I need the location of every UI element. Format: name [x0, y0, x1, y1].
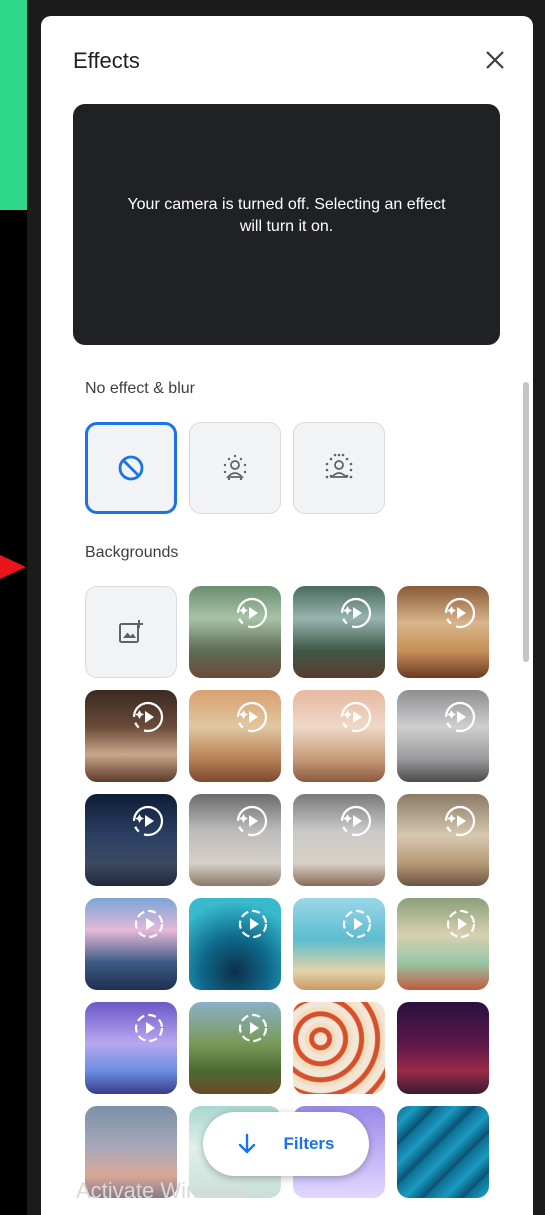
sparkle-play-icon: [340, 805, 372, 837]
sparkle-play-icon: [444, 597, 476, 629]
sparkle-play-icon: [236, 805, 268, 837]
annotation-arrow: [0, 555, 26, 579]
play-icon: [134, 1013, 164, 1043]
sparkle-play-icon: [236, 701, 268, 733]
background-car-interior[interactable]: [85, 898, 177, 990]
background-kitchen-2[interactable]: [293, 794, 385, 886]
sparkle-play-icon: [132, 701, 164, 733]
background-greenhouse[interactable]: [189, 586, 281, 678]
scrollbar-thumb[interactable]: [523, 382, 529, 662]
background-shelf-room[interactable]: [397, 794, 489, 886]
background-cozy-lounge[interactable]: [397, 586, 489, 678]
background-beach-island[interactable]: [293, 898, 385, 990]
close-button[interactable]: [479, 44, 511, 76]
play-icon: [238, 909, 268, 939]
sparkle-play-icon: [444, 805, 476, 837]
slight-blur-tile[interactable]: [189, 422, 281, 514]
background-japanese-room-2[interactable]: [293, 690, 385, 782]
background-water-texture[interactable]: [397, 1106, 489, 1198]
no-effect-icon: [118, 455, 144, 481]
play-icon: [238, 1013, 268, 1043]
background-japanese-room[interactable]: [189, 690, 281, 782]
sparkle-play-icon: [340, 701, 372, 733]
sparkle-play-icon: [132, 805, 164, 837]
background-forest[interactable]: [189, 1002, 281, 1094]
blur-icon: [325, 453, 353, 479]
background-classroom[interactable]: [397, 898, 489, 990]
background-purple-room[interactable]: [85, 1002, 177, 1094]
play-icon: [134, 909, 164, 939]
background-red-pattern[interactable]: [293, 1002, 385, 1094]
panel-title: Effects: [73, 48, 140, 73]
section-no-effect-label: No effect & blur: [85, 380, 195, 397]
close-icon: [486, 51, 504, 69]
sparkle-play-icon: [444, 701, 476, 733]
background-night-apartment[interactable]: [85, 794, 177, 886]
blur-tile[interactable]: [293, 422, 385, 514]
arrow-down-icon: [239, 1133, 256, 1154]
play-icon: [446, 909, 476, 939]
add-image-icon: [119, 620, 143, 643]
sparkle-play-icon: [340, 597, 372, 629]
filters-label: Filters: [283, 1134, 335, 1153]
background-kitchen[interactable]: [189, 794, 281, 886]
background-underwater[interactable]: [189, 898, 281, 990]
background-greenhouse-dusk[interactable]: [293, 586, 385, 678]
preview-message: Your camera is turned off. Selecting an …: [127, 195, 446, 235]
no-effect-tile[interactable]: [85, 422, 177, 514]
effects-panel: Effects Your camera is turned off. Selec…: [41, 16, 533, 1215]
slight-blur-icon: [223, 454, 247, 481]
background-cabin-living-room[interactable]: [85, 690, 177, 782]
background-city-loft[interactable]: [397, 690, 489, 782]
upload-background-tile[interactable]: [85, 586, 177, 678]
background-theater[interactable]: [397, 1002, 489, 1094]
section-backgrounds-label: Backgrounds: [85, 544, 179, 561]
camera-preview: Your camera is turned off. Selecting an …: [73, 104, 500, 345]
play-icon: [342, 909, 372, 939]
activate-windows-watermark: Activate Windows: [76, 1178, 250, 1203]
sparkle-play-icon: [236, 597, 268, 629]
filters-button[interactable]: Filters: [203, 1112, 369, 1176]
